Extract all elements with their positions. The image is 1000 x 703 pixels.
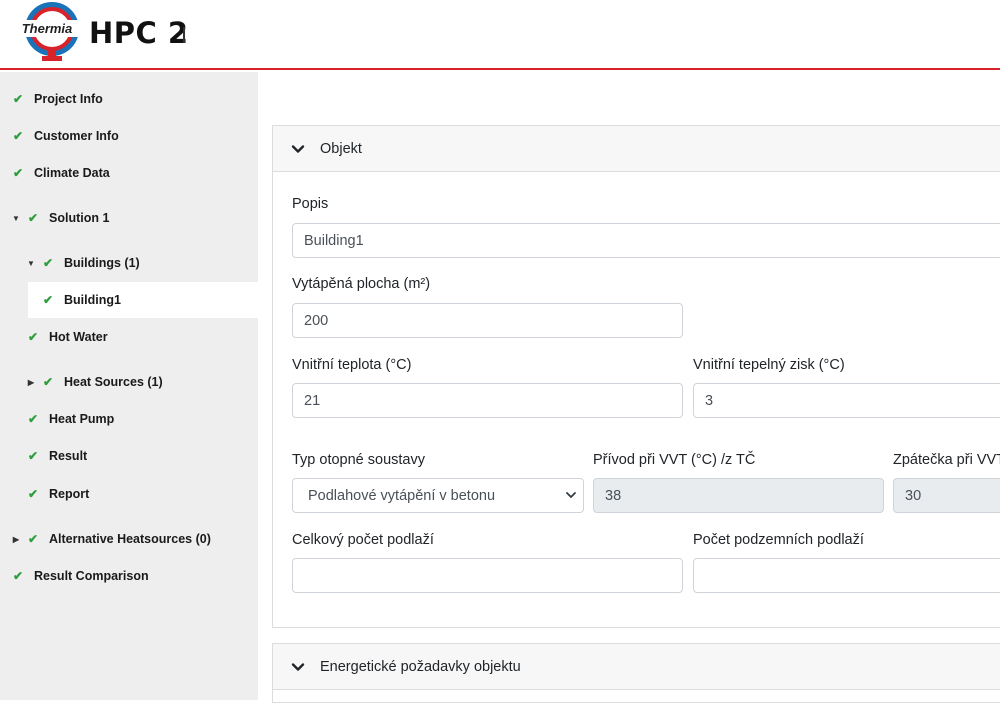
vnitrni-teplota-input[interactable]: 21 (292, 383, 683, 418)
energeticke-card: Energetické požadavky objektu (272, 643, 1000, 703)
podzemni-podlazi-input[interactable] (693, 558, 1000, 593)
sidebar-item-solution-1[interactable]: ▼ ✔ Solution 1 (0, 200, 258, 236)
check-icon: ✔ (12, 569, 24, 583)
sidebar-item-label: Solution 1 (49, 211, 110, 225)
sidebar-item-label: Buildings (1) (64, 256, 140, 270)
zpatecka-input: 30 (893, 478, 1000, 513)
sidebar-item-project-info[interactable]: ✔ Project Info (0, 81, 258, 117)
sidebar-item-alternative-heatsources[interactable]: ▶ ✔ Alternative Heatsources (0) (0, 521, 258, 557)
vnitrni-teplota-label: Vnitřní teplota (°C) (292, 357, 412, 373)
check-icon: ✔ (12, 129, 24, 143)
caret-down-icon[interactable]: ▼ (11, 214, 21, 223)
caret-down-icon[interactable]: ▼ (26, 259, 36, 268)
privod-label: Přívod při VVT (°C) /z TČ (593, 452, 756, 468)
sidebar-item-heat-pump[interactable]: ✔ Heat Pump (0, 401, 258, 437)
privod-input: 38 (593, 478, 884, 513)
sidebar-item-buildings[interactable]: ▼ ✔ Buildings (1) (0, 245, 258, 281)
sidebar-item-label: Customer Info (34, 129, 119, 143)
plocha-input[interactable]: 200 (292, 303, 683, 338)
check-icon: ✔ (27, 449, 39, 463)
check-icon: ✔ (27, 532, 39, 546)
main-content: Objekt Popis Building1 Vytápěná plocha (… (258, 72, 1000, 703)
check-icon: ✔ (42, 375, 54, 389)
chevron-down-icon (291, 144, 305, 153)
app-title: HPC 2 (89, 16, 189, 50)
plocha-label: Vytápěná plocha (m²) (292, 276, 431, 292)
tepelny-zisk-label: Vnitřní tepelný zisk (°C) (693, 357, 845, 373)
caret-right-icon[interactable]: ▶ (26, 378, 36, 387)
podzemni-podlazi-label: Počet podzemních podlaží (693, 532, 864, 548)
text-caret (183, 27, 185, 43)
app-header: Thermia HPC 2 (0, 0, 1000, 70)
sidebar-item-label: Climate Data (34, 166, 110, 180)
objekt-card-title: Objekt (320, 140, 362, 157)
objekt-card-header[interactable]: Objekt (273, 126, 1000, 172)
sidebar-item-building1[interactable]: ✔ Building1 (28, 282, 258, 318)
check-icon: ✔ (27, 211, 39, 225)
sidebar-item-label: Hot Water (49, 330, 108, 344)
objekt-card: Objekt (272, 125, 1000, 628)
sidebar-item-label: Result Comparison (34, 569, 149, 583)
sidebar-item-label: Report (49, 487, 90, 501)
popis-label: Popis (292, 196, 329, 212)
sidebar-item-label: Heat Pump (49, 412, 115, 426)
check-icon: ✔ (27, 412, 39, 426)
sidebar-item-result-comparison[interactable]: ✔ Result Comparison (0, 558, 258, 594)
sidebar-item-climate-data[interactable]: ✔ Climate Data (0, 155, 258, 191)
typ-soustavy-label: Typ otopné soustavy (292, 452, 425, 468)
thermia-logo: Thermia (14, 2, 80, 61)
sidebar-item-label: Alternative Heatsources (0) (49, 532, 211, 546)
caret-right-icon[interactable]: ▶ (11, 535, 21, 544)
svg-text:Thermia: Thermia (22, 21, 73, 36)
energeticke-card-header[interactable]: Energetické požadavky objektu (273, 644, 1000, 690)
pocet-podlazi-label: Celkový počet podlaží (292, 532, 434, 548)
sidebar-item-heat-sources[interactable]: ▶ ✔ Heat Sources (1) (0, 364, 258, 400)
popis-input[interactable]: Building1 (292, 223, 1000, 258)
sidebar-item-label: Project Info (34, 92, 103, 106)
check-icon: ✔ (27, 330, 39, 344)
sidebar-item-customer-info[interactable]: ✔ Customer Info (0, 118, 258, 154)
sidebar-item-label: Result (49, 449, 88, 463)
typ-soustavy-select[interactable]: Podlahové vytápění v betonu (292, 478, 584, 513)
check-icon: ✔ (12, 166, 24, 180)
pocet-podlazi-input[interactable] (292, 558, 683, 593)
energeticke-card-title: Energetické požadavky objektu (320, 658, 521, 675)
sidebar-item-label: Heat Sources (1) (64, 375, 163, 389)
sidebar-item-label: Building1 (64, 293, 121, 307)
tepelny-zisk-input[interactable]: 3 (693, 383, 1000, 418)
sidebar-item-report[interactable]: ✔ Report (0, 476, 258, 512)
sidebar-item-hot-water[interactable]: ✔ Hot Water (0, 319, 258, 355)
typ-soustavy-value: Podlahové vytápění v betonu (308, 487, 496, 504)
check-icon: ✔ (42, 293, 54, 307)
chevron-down-icon (291, 662, 305, 671)
check-icon: ✔ (27, 487, 39, 501)
sidebar-item-result[interactable]: ✔ Result (0, 438, 258, 474)
sidebar-nav: ✔ Project Info ✔ Customer Info ✔ Climate… (0, 72, 258, 700)
check-icon: ✔ (12, 92, 24, 106)
check-icon: ✔ (42, 256, 54, 270)
zpatecka-label: Zpátečka při VVT (893, 452, 1000, 468)
chevron-down-icon (566, 492, 576, 498)
